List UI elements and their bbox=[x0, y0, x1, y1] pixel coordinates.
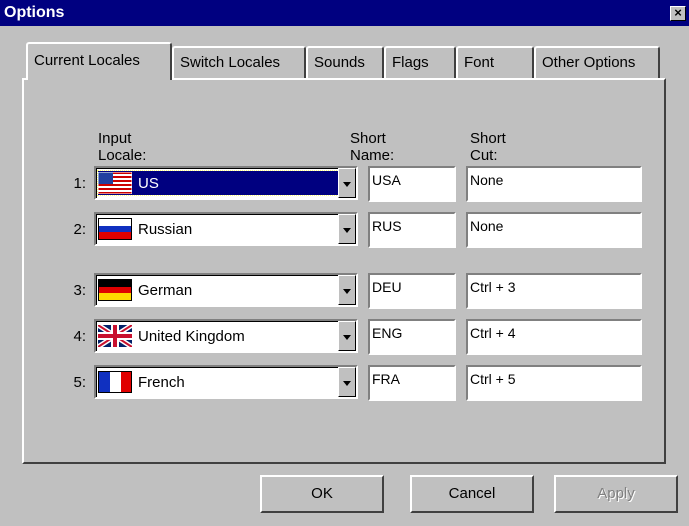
combo-value: US bbox=[97, 170, 355, 196]
short-cut-field-4[interactable]: Ctrl + 4 bbox=[466, 319, 642, 355]
locale-label: Russian bbox=[138, 220, 193, 238]
apply-button[interactable]: Apply bbox=[554, 475, 678, 513]
chevron-down-icon bbox=[343, 381, 351, 386]
button-label: Cancel bbox=[448, 485, 496, 502]
tab-label: Other Options bbox=[542, 54, 636, 71]
dropdown-button[interactable] bbox=[338, 214, 356, 244]
short-cut-field-1[interactable]: None bbox=[466, 166, 642, 202]
chevron-down-icon bbox=[343, 335, 351, 340]
locale-select-5[interactable]: French bbox=[94, 365, 358, 399]
locale-label: US bbox=[138, 174, 159, 192]
ok-button[interactable]: OK bbox=[260, 475, 384, 513]
header-input-locale: Input Locale: bbox=[98, 130, 147, 164]
tab-label: Font bbox=[464, 54, 495, 71]
short-name-field-1[interactable]: USA bbox=[368, 166, 456, 202]
short-name-field-5[interactable]: FRA bbox=[368, 365, 456, 401]
locale-label: United Kingdom bbox=[138, 327, 245, 345]
short-cut-field-2[interactable]: None bbox=[466, 212, 642, 248]
locale-label: German bbox=[138, 281, 193, 299]
combo-value: United Kingdom bbox=[98, 324, 249, 348]
short-cut-field-3[interactable]: Ctrl + 3 bbox=[466, 273, 642, 309]
locale-select-2[interactable]: Russian bbox=[94, 212, 358, 246]
close-button[interactable]: × bbox=[670, 6, 686, 21]
combo-value: French bbox=[98, 370, 189, 394]
button-label: Apply bbox=[597, 485, 635, 502]
row-number: 5: bbox=[73, 374, 86, 391]
tab-other-options[interactable]: Other Options bbox=[534, 46, 660, 78]
header-short-name: Short Name: bbox=[350, 130, 395, 164]
locale-select-1[interactable]: US bbox=[94, 166, 358, 200]
close-icon: × bbox=[674, 5, 682, 20]
germany-flag-icon bbox=[98, 279, 132, 301]
dropdown-button[interactable] bbox=[338, 168, 356, 198]
chevron-down-icon bbox=[343, 289, 351, 294]
combo-value: German bbox=[98, 278, 196, 302]
tab-switch-locales[interactable]: Switch Locales bbox=[172, 46, 306, 78]
row-number: 4: bbox=[73, 328, 86, 345]
us-flag-icon bbox=[98, 172, 132, 194]
combo-value: Russian bbox=[98, 217, 196, 241]
header-short-cut: Short Cut: bbox=[470, 130, 506, 164]
chevron-down-icon bbox=[343, 228, 351, 233]
row-number: 2: bbox=[73, 221, 86, 238]
dropdown-button[interactable] bbox=[338, 367, 356, 397]
window-title: Options bbox=[4, 4, 65, 21]
short-cut-field-5[interactable]: Ctrl + 5 bbox=[466, 365, 642, 401]
short-name-field-2[interactable]: RUS bbox=[368, 212, 456, 248]
options-dialog: Options × Current Locales Switch Locales… bbox=[0, 0, 689, 526]
button-label: OK bbox=[311, 485, 333, 502]
chevron-down-icon bbox=[343, 182, 351, 187]
tab-font[interactable]: Font bbox=[456, 46, 534, 78]
cancel-button[interactable]: Cancel bbox=[410, 475, 534, 513]
locale-select-4[interactable]: United Kingdom bbox=[94, 319, 358, 353]
tab-label: Flags bbox=[392, 54, 429, 71]
tab-label: Current Locales bbox=[34, 52, 140, 69]
short-name-field-3[interactable]: DEU bbox=[368, 273, 456, 309]
tab-current-locales[interactable]: Current Locales bbox=[26, 42, 172, 80]
russia-flag-icon bbox=[98, 218, 132, 240]
title-bar[interactable]: Options × bbox=[0, 0, 689, 26]
uk-flag-icon bbox=[98, 325, 132, 347]
tab-label: Switch Locales bbox=[180, 54, 281, 71]
locale-label: French bbox=[138, 373, 185, 391]
tab-flags[interactable]: Flags bbox=[384, 46, 456, 78]
france-flag-icon bbox=[98, 371, 132, 393]
row-number: 3: bbox=[73, 282, 86, 299]
dropdown-button[interactable] bbox=[338, 321, 356, 351]
short-name-field-4[interactable]: ENG bbox=[368, 319, 456, 355]
locale-select-3[interactable]: German bbox=[94, 273, 358, 307]
tab-sounds[interactable]: Sounds bbox=[306, 46, 384, 78]
row-number: 1: bbox=[73, 175, 86, 192]
dropdown-button[interactable] bbox=[338, 275, 356, 305]
tab-label: Sounds bbox=[314, 54, 365, 71]
